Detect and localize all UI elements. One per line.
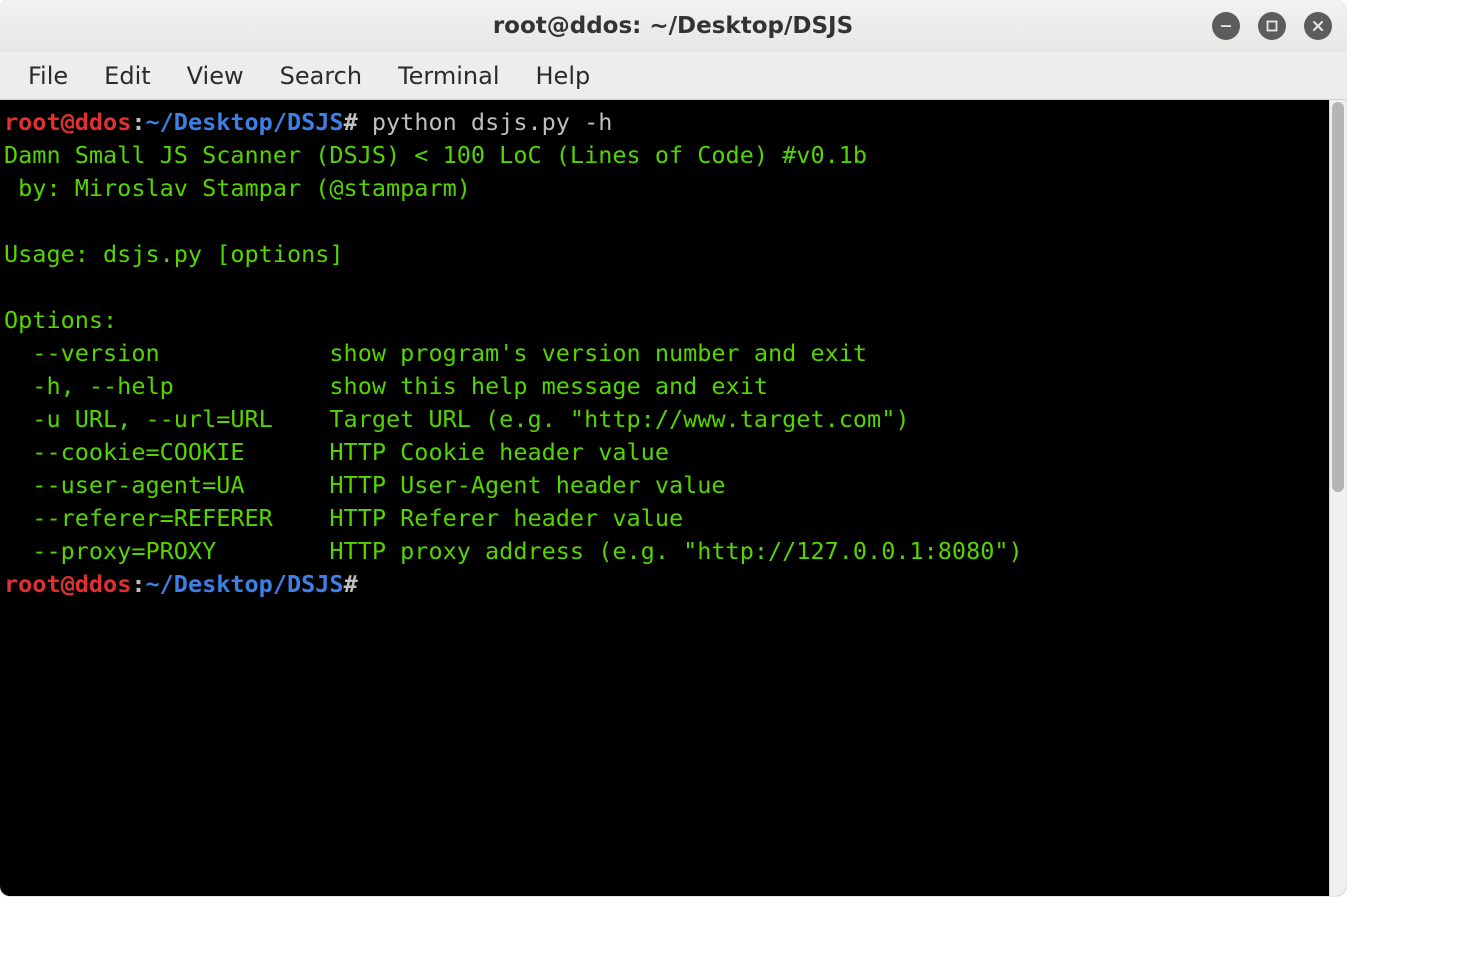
window-title: root@ddos: ~/Desktop/DSJS bbox=[493, 13, 853, 39]
close-icon bbox=[1311, 19, 1325, 33]
menu-terminal[interactable]: Terminal bbox=[380, 56, 517, 96]
output-line: Damn Small JS Scanner (DSJS) < 100 LoC (… bbox=[4, 141, 867, 169]
menu-edit[interactable]: Edit bbox=[86, 56, 168, 96]
output-line: -u URL, --url=URL Target URL (e.g. "http… bbox=[4, 405, 909, 433]
prompt-at: @ bbox=[61, 108, 75, 136]
command-text: python dsjs.py -h bbox=[358, 108, 613, 136]
prompt-host: ddos bbox=[75, 570, 132, 598]
window-controls bbox=[1212, 12, 1332, 40]
prompt-user: root bbox=[4, 570, 61, 598]
close-button[interactable] bbox=[1304, 12, 1332, 40]
maximize-button[interactable] bbox=[1258, 12, 1286, 40]
minimize-icon bbox=[1219, 19, 1233, 33]
prompt-at: @ bbox=[61, 570, 75, 598]
scrollbar[interactable]: ▴ ▾ bbox=[1329, 100, 1346, 896]
menubar: File Edit View Search Terminal Help bbox=[0, 52, 1346, 100]
output-line: Options: bbox=[4, 306, 117, 334]
terminal-content[interactable]: root@ddos:~/Desktop/DSJS# python dsjs.py… bbox=[0, 100, 1346, 896]
command-text bbox=[358, 570, 372, 598]
scrollbar-thumb[interactable] bbox=[1332, 102, 1344, 492]
terminal-window: root@ddos: ~/Desktop/DSJS File Edit View… bbox=[0, 0, 1346, 896]
output-line: Usage: dsjs.py [options] bbox=[4, 240, 344, 268]
output-line: --version show program's version number … bbox=[4, 339, 867, 367]
prompt-colon: : bbox=[131, 108, 145, 136]
output-line: --referer=REFERER HTTP Referer header va… bbox=[4, 504, 683, 532]
terminal-area[interactable]: root@ddos:~/Desktop/DSJS# python dsjs.py… bbox=[0, 100, 1346, 896]
prompt-user: root bbox=[4, 108, 61, 136]
minimize-button[interactable] bbox=[1212, 12, 1240, 40]
menu-help[interactable]: Help bbox=[518, 56, 609, 96]
menu-search[interactable]: Search bbox=[262, 56, 380, 96]
output-line: --proxy=PROXY HTTP proxy address (e.g. "… bbox=[4, 537, 1023, 565]
prompt-path: ~/Desktop/DSJS bbox=[146, 570, 344, 598]
prompt-path: ~/Desktop/DSJS bbox=[146, 108, 344, 136]
prompt-host: ddos bbox=[75, 108, 132, 136]
output-line: --user-agent=UA HTTP User-Agent header v… bbox=[4, 471, 726, 499]
menu-view[interactable]: View bbox=[169, 56, 262, 96]
prompt-symbol: # bbox=[344, 108, 358, 136]
prompt-colon: : bbox=[131, 570, 145, 598]
menu-file[interactable]: File bbox=[10, 56, 86, 96]
output-line: -h, --help show this help message and ex… bbox=[4, 372, 768, 400]
prompt-symbol: # bbox=[344, 570, 358, 598]
titlebar: root@ddos: ~/Desktop/DSJS bbox=[0, 0, 1346, 52]
output-line: by: Miroslav Stampar (@stamparm) bbox=[4, 174, 471, 202]
maximize-icon bbox=[1265, 19, 1279, 33]
output-line: --cookie=COOKIE HTTP Cookie header value bbox=[4, 438, 669, 466]
